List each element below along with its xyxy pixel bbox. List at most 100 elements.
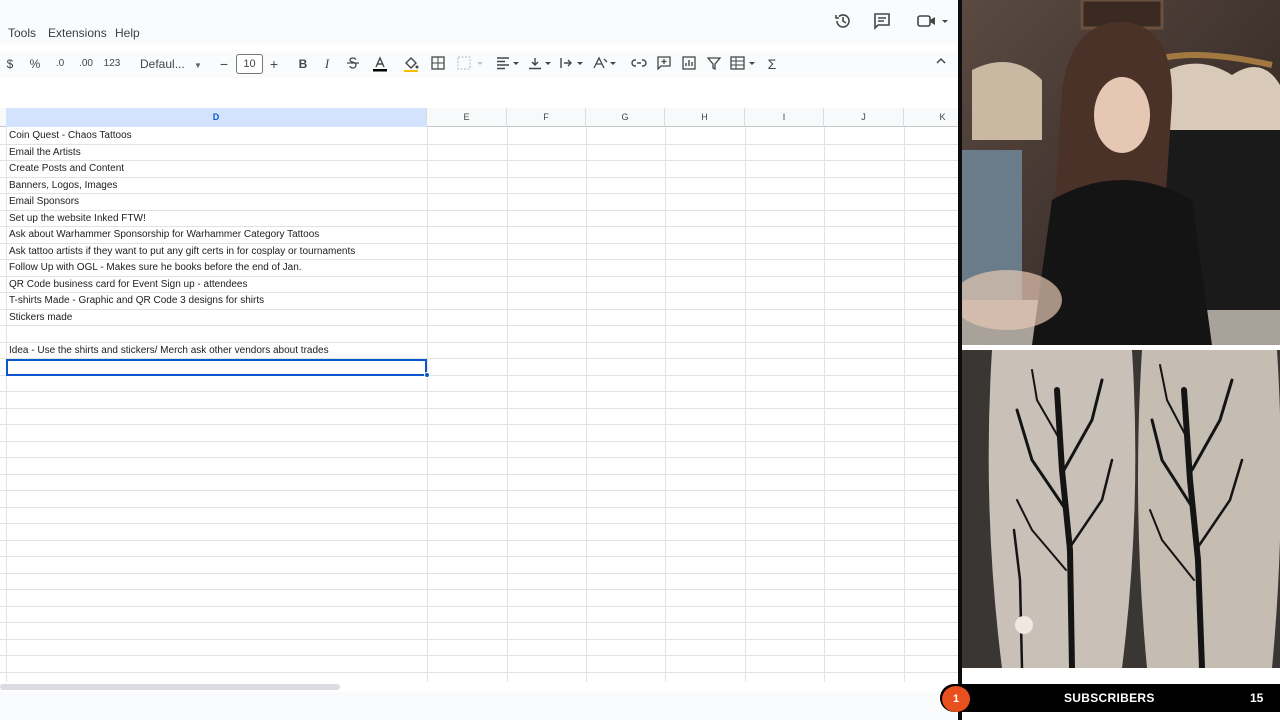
subscribers-count: 15 — [1250, 691, 1264, 705]
row-gridline — [0, 309, 958, 310]
row-gridline — [0, 622, 958, 623]
version-history-icon[interactable] — [834, 12, 856, 32]
tattoo-photo — [962, 350, 1280, 668]
insert-chart-icon[interactable] — [681, 52, 697, 76]
horizontal-align-icon[interactable] — [495, 52, 521, 76]
insert-comment-icon[interactable] — [655, 52, 673, 76]
column-header-g[interactable]: G — [586, 108, 665, 127]
decrease-font-size-icon[interactable]: − — [218, 52, 230, 76]
bold-button[interactable]: B — [296, 52, 310, 76]
cell-d[interactable]: Follow Up with OGL - Makes sure he books… — [9, 260, 302, 276]
active-cell[interactable] — [6, 359, 427, 376]
chevron-down-icon: ▼ — [194, 61, 202, 70]
webcam-feed — [962, 0, 1280, 345]
column-gridline — [904, 127, 905, 682]
cell-d[interactable]: Ask tattoo artists if they want to put a… — [9, 244, 355, 260]
borders-icon[interactable] — [430, 52, 446, 76]
formula-bar[interactable] — [0, 80, 958, 108]
subscribers-label: SUBSCRIBERS — [1064, 691, 1155, 705]
column-header-f[interactable]: F — [507, 108, 586, 127]
increase-decimal-button[interactable]: .00 — [77, 52, 95, 76]
toolbar: $ % .0 .00 123 Defaul... ▼ − 10 + B I Σ — [0, 52, 958, 78]
menu-tools[interactable]: Tools — [8, 26, 36, 40]
column-gridline — [665, 127, 666, 682]
cell-grid[interactable]: Coin Quest - Chaos Tattoos Email the Arti… — [0, 127, 958, 682]
column-header-k[interactable]: K — [904, 108, 958, 127]
row-gridline — [0, 523, 958, 524]
subscriber-badge: 1 — [942, 686, 970, 712]
row-gridline — [0, 589, 958, 590]
increase-font-size-icon[interactable]: + — [268, 52, 280, 76]
cell-d[interactable]: Email the Artists — [9, 145, 81, 161]
column-header-i[interactable]: I — [745, 108, 824, 127]
filter-icon[interactable] — [706, 52, 722, 76]
row-gridline — [0, 391, 958, 392]
row-gridline — [0, 441, 958, 442]
font-size-input[interactable]: 10 — [236, 54, 263, 74]
spreadsheet-window: Tools Extensions Help $ % .0 .00 123 Def… — [0, 0, 958, 720]
meet-call-icon[interactable] — [916, 12, 952, 32]
column-gridline — [586, 127, 587, 682]
comments-icon[interactable] — [873, 12, 895, 32]
column-header-e[interactable]: E — [427, 108, 507, 127]
row-gridline — [0, 507, 958, 508]
cell-d[interactable]: Stickers made — [9, 310, 72, 326]
filter-views-icon[interactable] — [730, 52, 758, 76]
text-rotation-icon[interactable] — [592, 52, 618, 76]
row-gridline — [0, 160, 958, 161]
row-gridline — [0, 606, 958, 607]
format-currency-button[interactable]: $ — [3, 52, 17, 76]
cell-d[interactable]: Idea - Use the shirts and stickers/ Merc… — [9, 343, 329, 359]
vertical-align-icon[interactable] — [527, 52, 553, 76]
row-gridline — [0, 639, 958, 640]
row-gridline — [0, 144, 958, 145]
row-gridline — [0, 177, 958, 178]
row-gridline — [0, 193, 958, 194]
row-gridline — [0, 474, 958, 475]
cell-d[interactable]: Email Sponsors — [9, 194, 79, 210]
menu-help[interactable]: Help — [115, 26, 140, 40]
horizontal-scrollbar[interactable] — [0, 682, 958, 692]
functions-icon[interactable]: Σ — [764, 52, 780, 76]
row-gridline — [0, 490, 958, 491]
menu-extensions[interactable]: Extensions — [48, 26, 107, 40]
column-header-j[interactable]: J — [824, 108, 904, 127]
cell-d[interactable]: Create Posts and Content — [9, 161, 124, 177]
cell-d[interactable]: Set up the website Inked FTW! — [9, 211, 146, 227]
row-gridline — [0, 457, 958, 458]
row-gridline — [0, 408, 958, 409]
scrollbar-thumb[interactable] — [0, 684, 340, 690]
italic-button[interactable]: I — [320, 52, 334, 76]
cell-d[interactable]: T-shirts Made - Graphic and QR Code 3 de… — [9, 293, 264, 309]
column-gridline — [6, 127, 7, 682]
cell-d[interactable]: Banners, Logos, Images — [9, 178, 117, 194]
chevron-up-icon[interactable] — [934, 52, 948, 76]
font-select[interactable]: Defaul... ▼ — [140, 52, 202, 76]
app: Tools Extensions Help $ % .0 .00 123 Def… — [0, 0, 1280, 720]
insert-link-icon[interactable] — [630, 52, 648, 76]
merge-cells-icon[interactable] — [455, 52, 485, 76]
row-gridline — [0, 672, 958, 673]
row-gridline — [0, 325, 958, 326]
text-color-icon[interactable] — [371, 52, 389, 76]
row-gridline — [0, 424, 958, 425]
column-headers: D E F G H I J K — [0, 108, 958, 127]
row-gridline — [0, 556, 958, 557]
fill-color-icon[interactable] — [402, 52, 420, 76]
cell-d[interactable]: Ask about Warhammer Sponsorship for Warh… — [9, 227, 319, 243]
sheet-tabs-bar — [0, 692, 958, 720]
cell-d[interactable]: QR Code business card for Event Sign up … — [9, 277, 247, 293]
column-gridline — [427, 127, 428, 682]
more-formats-button[interactable]: 123 — [102, 52, 122, 76]
cell-d[interactable]: Coin Quest - Chaos Tattoos — [9, 128, 132, 144]
format-percent-button[interactable]: % — [27, 52, 43, 76]
text-wrapping-icon[interactable] — [559, 52, 585, 76]
column-header-d[interactable]: D — [6, 108, 427, 127]
column-gridline — [507, 127, 508, 682]
column-header-h[interactable]: H — [665, 108, 745, 127]
strikethrough-icon[interactable] — [344, 52, 362, 76]
fill-handle[interactable] — [424, 372, 430, 378]
font-name: Defaul... — [140, 57, 185, 71]
decrease-decimal-button[interactable]: .0 — [52, 52, 68, 76]
column-gridline — [745, 127, 746, 682]
